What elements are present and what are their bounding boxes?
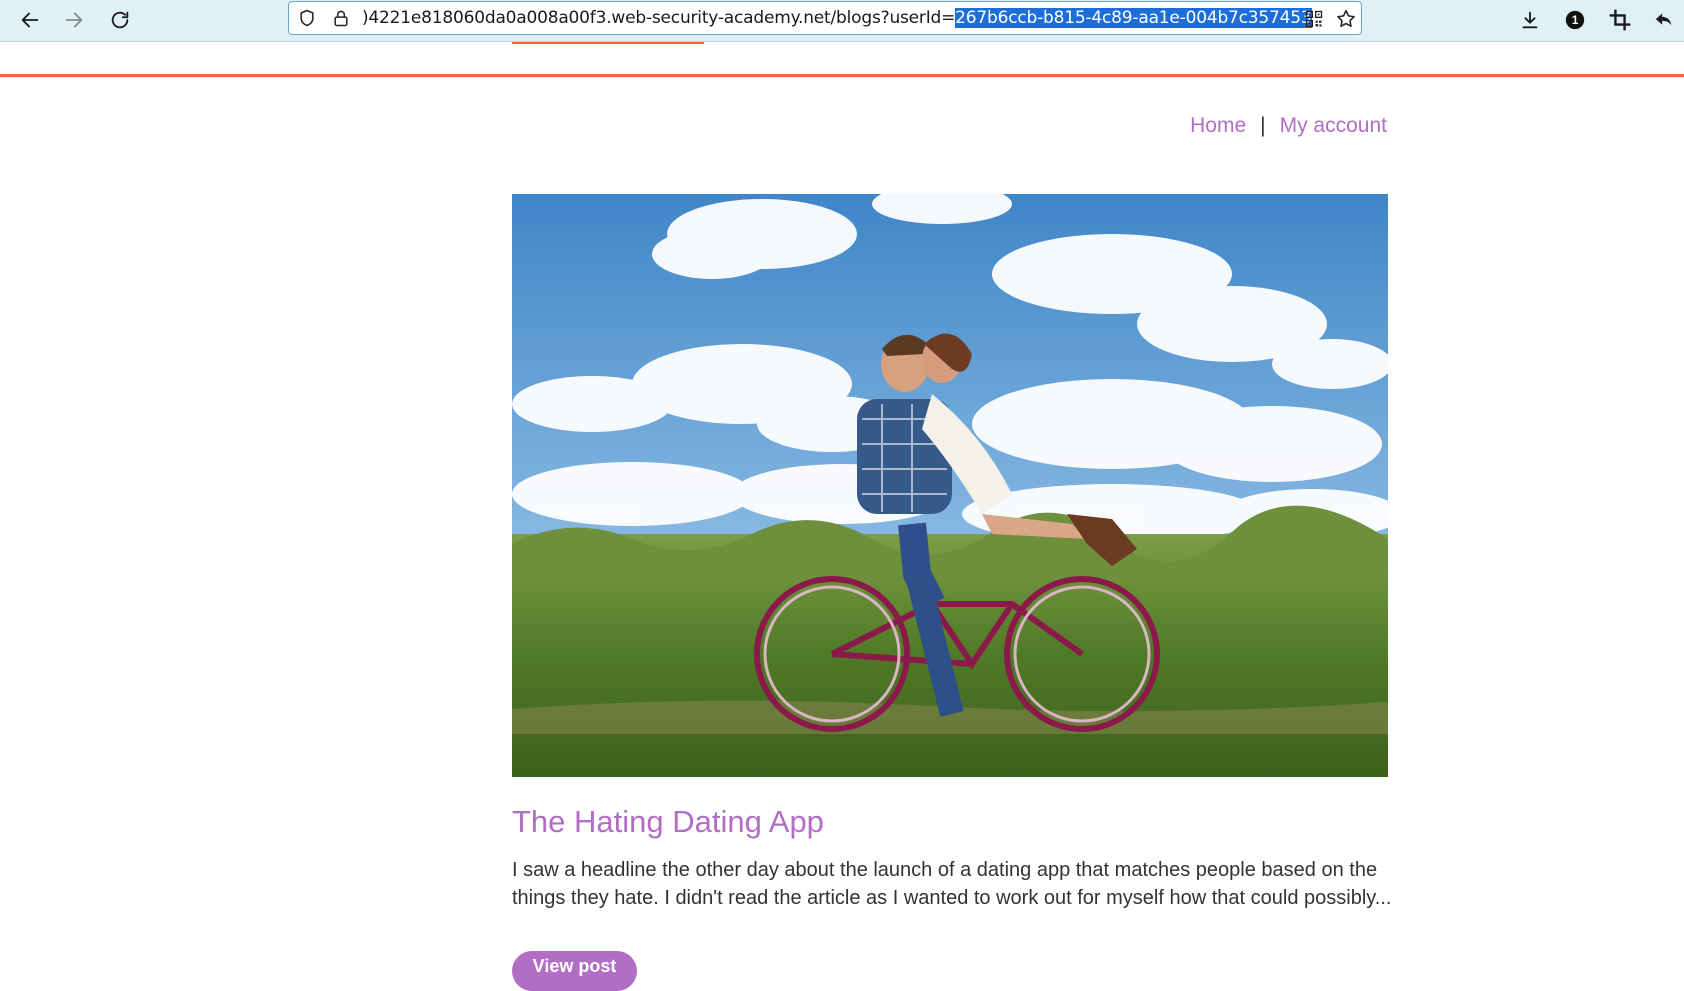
header-underline (512, 42, 704, 44)
post-title[interactable]: The Hating Dating App (512, 804, 824, 840)
nav-home-link[interactable]: Home (1190, 114, 1246, 138)
reload-icon[interactable] (102, 3, 138, 37)
url-text[interactable]: )4221e818060da0a008a00f3.web-security-ac… (362, 8, 955, 28)
view-post-button[interactable]: View post (512, 951, 637, 991)
lock-icon[interactable] (330, 7, 352, 29)
shield-icon[interactable] (296, 7, 318, 29)
blog-post-image[interactable] (512, 194, 1388, 777)
extension-badge-icon[interactable]: 1 (1557, 3, 1593, 37)
forward-arrow-icon[interactable] (56, 3, 92, 37)
back-arrow-icon[interactable] (12, 3, 48, 37)
crop-icon[interactable] (1602, 3, 1638, 37)
top-nav: Home | My account (1190, 114, 1387, 138)
download-icon[interactable] (1512, 3, 1548, 37)
star-icon[interactable] (1334, 7, 1358, 31)
header-divider (0, 74, 1684, 77)
nav-my-account-link[interactable]: My account (1280, 114, 1387, 138)
extension-badge-count: 1 (1572, 13, 1579, 27)
url-selected-text[interactable]: 267b6ccb-b815-4c89-aa1e-004b7c357453 (955, 8, 1312, 28)
undo-icon[interactable] (1646, 3, 1682, 37)
nav-separator: | (1260, 114, 1266, 137)
post-excerpt: I saw a headline the other day about the… (512, 859, 1392, 909)
address-bar[interactable]: )4221e818060da0a008a00f3.web-security-ac… (288, 1, 1362, 35)
qr-code-icon[interactable] (1302, 7, 1326, 31)
browser-toolbar: )4221e818060da0a008a00f3.web-security-ac… (0, 0, 1684, 42)
